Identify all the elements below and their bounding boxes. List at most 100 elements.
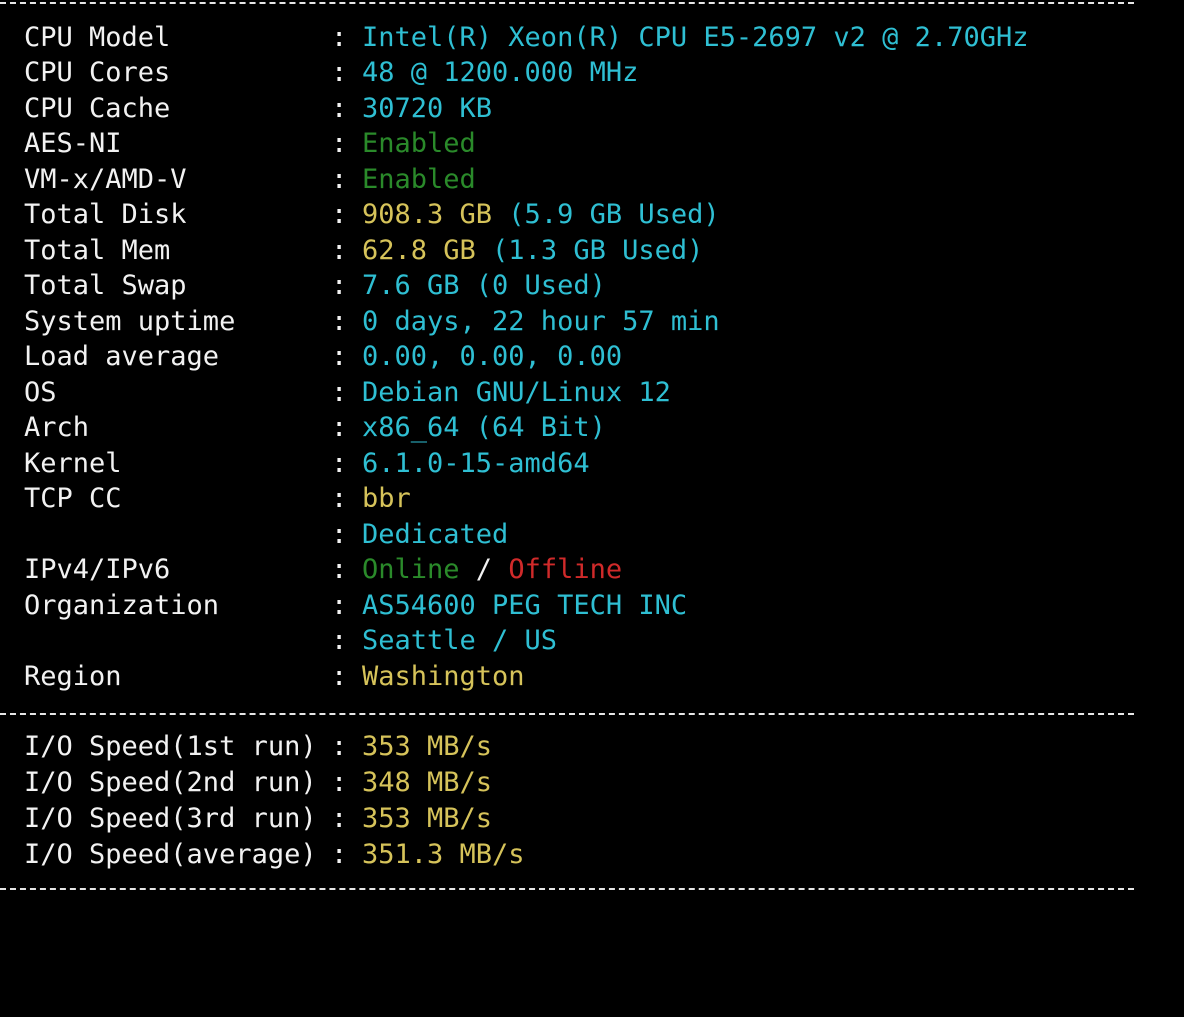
value-io-2nd: 348 MB/s [362, 767, 493, 798]
colon: : [331, 270, 348, 301]
row-total-disk: Total Disk : 908.3 GB (5.9 GB Used) [24, 197, 720, 233]
ipv6-status: Offline [508, 554, 623, 585]
separator-middle [0, 713, 1134, 715]
colon: : [331, 22, 348, 53]
colon: : [331, 554, 348, 585]
value-aes-ni: Enabled [362, 128, 476, 159]
label-tcp-cc: TCP CC [24, 483, 122, 514]
row-kernel: Kernel : 6.1.0-15-amd64 [24, 446, 590, 482]
value-total-disk-size: 908.3 GB [362, 199, 493, 230]
colon: : [331, 93, 348, 124]
row-os: OS : Debian GNU/Linux 12 [24, 375, 671, 411]
ip-slash: / [459, 554, 509, 585]
row-aes-ni: AES-NI : Enabled [24, 126, 476, 162]
colon: : [331, 839, 348, 870]
label-aes-ni: AES-NI [24, 128, 122, 159]
row-uptime: System uptime : 0 days, 22 hour 57 min [24, 304, 720, 340]
value-total-disk-used: (5.9 GB Used) [492, 199, 720, 230]
row-vm-x: VM-x/AMD-V : Enabled [24, 162, 476, 198]
colon: : [331, 483, 348, 514]
row-io-2nd: I/O Speed(2nd run) : 348 MB/s [24, 765, 492, 801]
value-uptime: 0 days, 22 hour 57 min [362, 306, 720, 337]
value-vm-x: Enabled [362, 164, 476, 195]
colon: : [331, 731, 348, 762]
colon: : [331, 519, 348, 550]
row-cpu-model: CPU Model : Intel(R) Xeon(R) CPU E5-2697… [24, 20, 1028, 56]
value-load-average: 0.00, 0.00, 0.00 [362, 341, 623, 372]
label-organization: Organization [24, 590, 220, 621]
row-load-average: Load average : 0.00, 0.00, 0.00 [24, 339, 622, 375]
label-io-average: I/O Speed(average) [24, 839, 317, 870]
label-total-disk: Total Disk [24, 199, 187, 230]
value-tcp-cc: bbr [362, 483, 411, 514]
value-virtualization: Dedicated [362, 519, 509, 550]
row-total-mem: Total Mem : 62.8 GB (1.3 GB Used) [24, 233, 703, 269]
colon: : [331, 306, 348, 337]
value-total-mem: 62.8 GB (1.3 GB Used) [362, 233, 703, 269]
colon: : [331, 625, 348, 656]
colon: : [331, 590, 348, 621]
colon: : [331, 767, 348, 798]
label-region: Region [24, 661, 122, 692]
value-region: Washington [362, 661, 525, 692]
label-total-swap: Total Swap [24, 270, 187, 301]
value-cpu-model: Intel(R) Xeon(R) CPU E5-2697 v2 @ 2.70GH… [362, 22, 1029, 53]
row-cpu-cache: CPU Cache : 30720 KB [24, 91, 492, 127]
row-location: : Seattle / US [24, 623, 557, 659]
value-io-1st: 353 MB/s [362, 731, 493, 762]
value-total-mem-size: 62.8 GB [362, 235, 476, 266]
row-arch: Arch : x86_64 (64 Bit) [24, 410, 606, 446]
label-kernel: Kernel [24, 448, 122, 479]
row-region: Region : Washington [24, 659, 525, 695]
separator-bottom [0, 888, 1134, 890]
label-io-1st: I/O Speed(1st run) [24, 731, 317, 762]
colon: : [331, 448, 348, 479]
row-tcp-cc: TCP CC : bbr [24, 481, 411, 517]
colon: : [331, 57, 348, 88]
row-virtualization: : Dedicated [24, 517, 508, 553]
value-cpu-cores: 48 @ 1200.000 MHz [362, 57, 639, 88]
label-cpu-cache: CPU Cache [24, 93, 171, 124]
label-io-3rd: I/O Speed(3rd run) [24, 803, 317, 834]
value-total-swap: 7.6 GB (0 Used) [362, 270, 606, 301]
label-ipv4-ipv6: IPv4/IPv6 [24, 554, 171, 585]
label-os: OS [24, 377, 57, 408]
value-total-disk: 908.3 GB (5.9 GB Used) [362, 197, 720, 233]
label-arch: Arch [24, 412, 90, 443]
value-ipv4-ipv6: Online / Offline [362, 552, 622, 588]
colon: : [331, 341, 348, 372]
value-arch: x86_64 (64 Bit) [362, 412, 606, 443]
label-cpu-model: CPU Model [24, 22, 171, 53]
colon: : [331, 128, 348, 159]
value-kernel: 6.1.0-15-amd64 [362, 448, 590, 479]
label-vm-x: VM-x/AMD-V [24, 164, 187, 195]
label-cpu-cores: CPU Cores [24, 57, 171, 88]
value-location: Seattle / US [362, 625, 558, 656]
row-ipv4-ipv6: IPv4/IPv6 : Online / Offline [24, 552, 622, 588]
row-io-3rd: I/O Speed(3rd run) : 353 MB/s [24, 801, 492, 837]
ipv4-status: Online [362, 554, 460, 585]
colon: : [331, 377, 348, 408]
label-io-2nd: I/O Speed(2nd run) [24, 767, 317, 798]
terminal-output: CPU Model : Intel(R) Xeon(R) CPU E5-2697… [0, 0, 1184, 896]
row-cpu-cores: CPU Cores : 48 @ 1200.000 MHz [24, 55, 638, 91]
label-load-average: Load average [24, 341, 220, 372]
colon: : [331, 164, 348, 195]
row-io-1st: I/O Speed(1st run) : 353 MB/s [24, 729, 492, 765]
row-organization: Organization : AS54600 PEG TECH INC [24, 588, 687, 624]
colon: : [331, 412, 348, 443]
label-total-mem: Total Mem [24, 235, 171, 266]
separator-top [0, 2, 1134, 4]
colon: : [331, 235, 348, 266]
value-io-average: 351.3 MB/s [362, 839, 525, 870]
colon: : [331, 661, 348, 692]
row-total-swap: Total Swap : 7.6 GB (0 Used) [24, 268, 606, 304]
value-total-mem-used: (1.3 GB Used) [475, 235, 704, 266]
colon: : [331, 803, 348, 834]
value-cpu-cache: 30720 KB [362, 93, 493, 124]
value-os: Debian GNU/Linux 12 [362, 377, 671, 408]
row-io-average: I/O Speed(average) : 351.3 MB/s [24, 837, 525, 873]
value-organization: AS54600 PEG TECH INC [362, 590, 688, 621]
value-io-3rd: 353 MB/s [362, 803, 493, 834]
label-uptime: System uptime [24, 306, 236, 337]
